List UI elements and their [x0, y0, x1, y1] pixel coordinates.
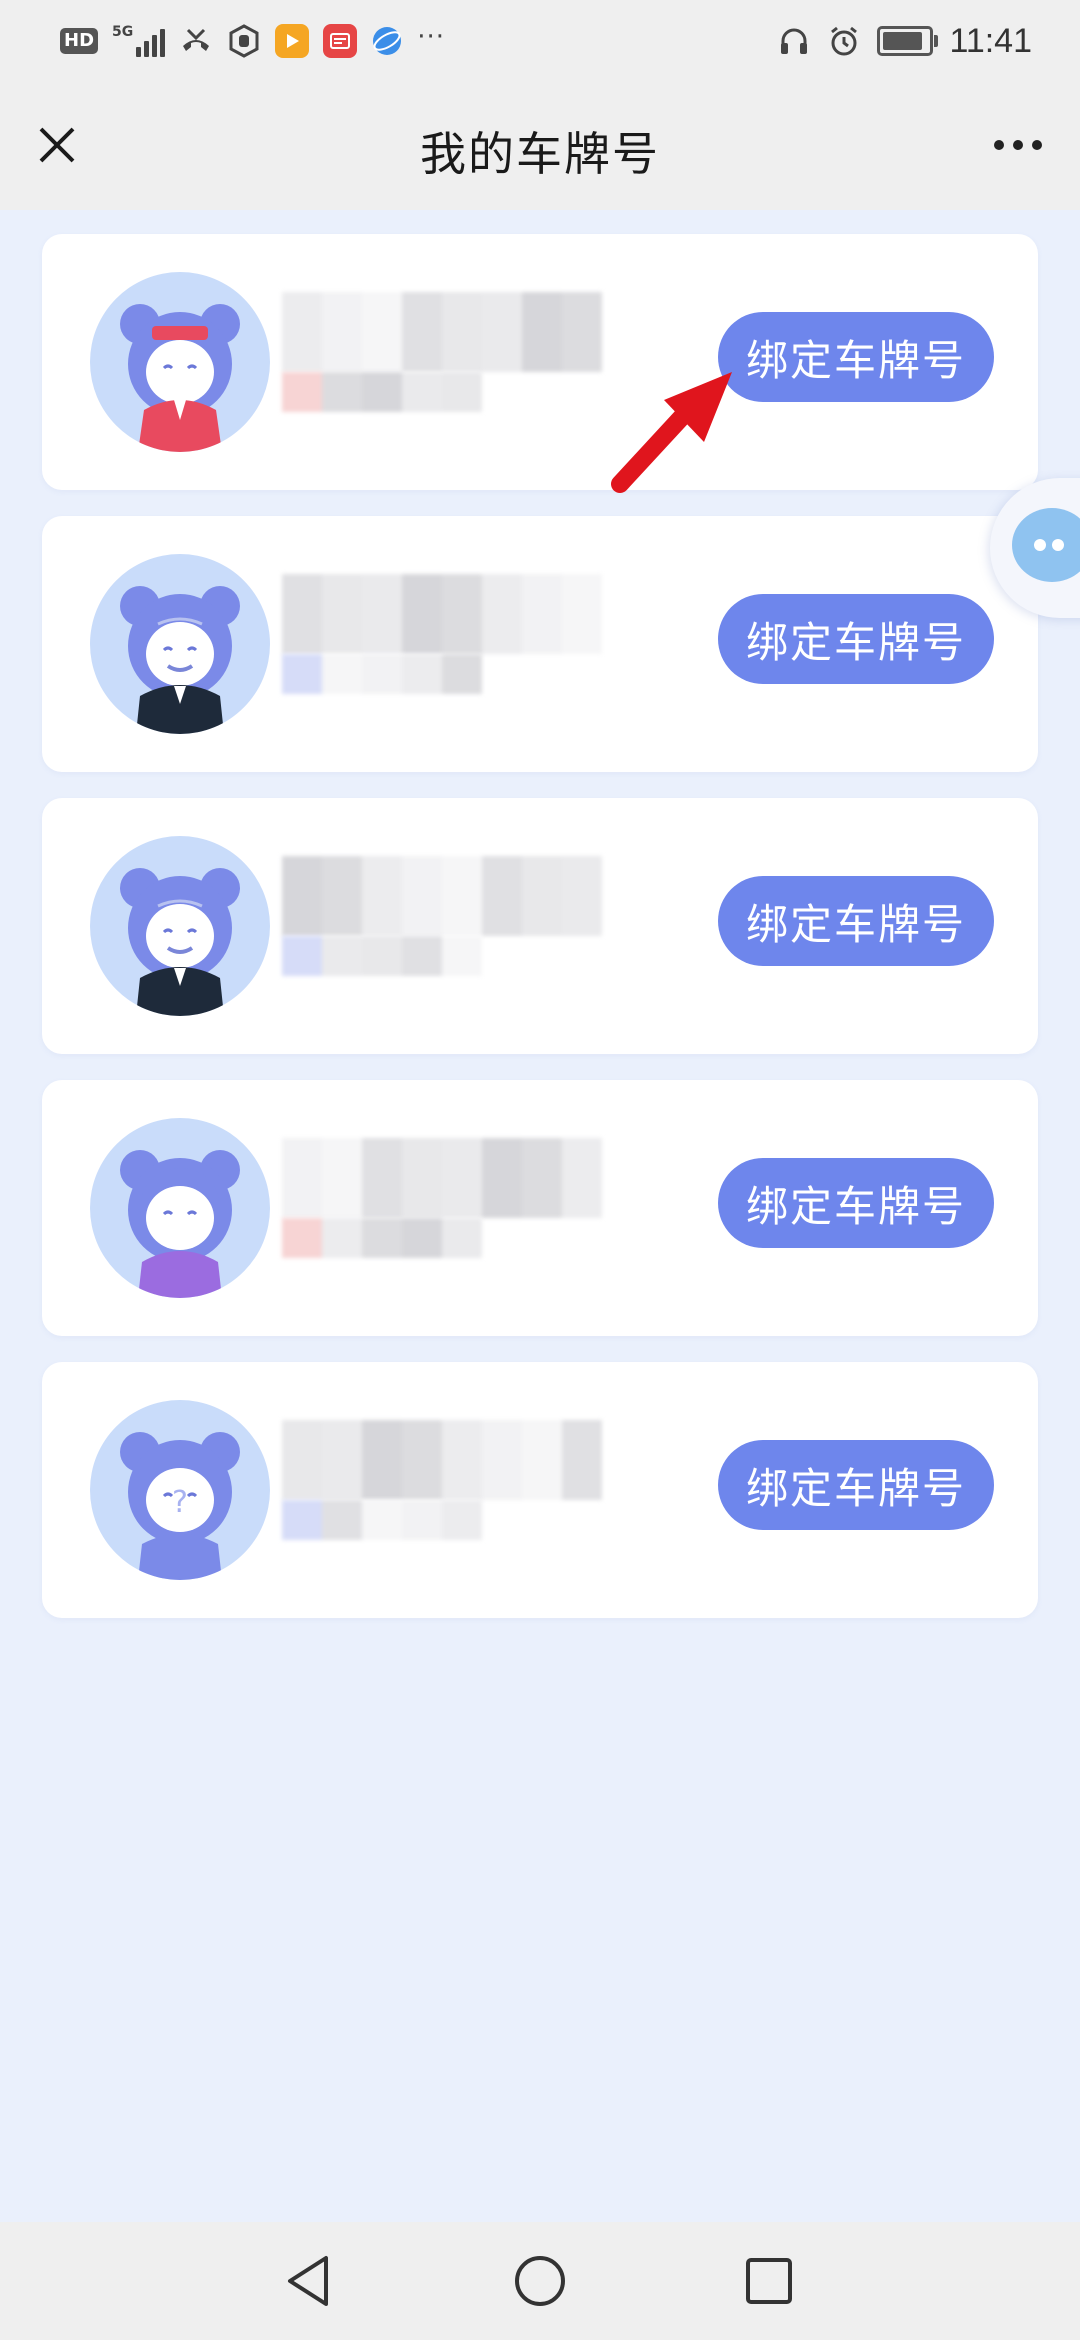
more-dot-icon	[1032, 140, 1042, 150]
avatar-unknown-icon: ?	[90, 1400, 270, 1580]
status-left: HD 5G ···	[60, 20, 445, 62]
plate-card: 绑定车牌号	[42, 516, 1038, 772]
header-bar: 我的车牌号	[0, 82, 1080, 210]
back-triangle-icon	[288, 2256, 328, 2306]
more-options-button[interactable]	[978, 110, 1058, 180]
avatar-elder-man-icon	[90, 554, 270, 734]
missed-call-icon	[183, 28, 210, 51]
hd-badge: HD	[60, 28, 99, 54]
bind-plate-button[interactable]: 绑定车牌号	[718, 1440, 994, 1530]
more-dot-icon	[994, 140, 1004, 150]
nav-home-button[interactable]	[509, 2250, 571, 2312]
video-app-icon	[275, 24, 310, 58]
home-circle-icon	[515, 2256, 565, 2306]
avatar-woman-red-icon	[90, 272, 270, 452]
nav-back-button[interactable]	[278, 2250, 340, 2312]
more-dot-icon	[1013, 140, 1023, 150]
plate-card: 绑定车牌号	[42, 798, 1038, 1054]
headset-icon	[781, 28, 808, 54]
status-bar: HD 5G ··· 11:41	[0, 0, 1080, 82]
status-right: 11:41	[777, 20, 1032, 62]
plate-card: 绑定车牌号	[42, 234, 1038, 490]
blurred-plate-info	[282, 544, 712, 744]
chat-bubble-icon	[1012, 508, 1080, 582]
plate-list: 绑定车牌号 绑定车牌号 绑定车牌号 绑定车牌号? 绑定车牌号	[42, 234, 1038, 1644]
bind-plate-button[interactable]: 绑定车牌号	[718, 876, 994, 966]
system-nav-bar	[0, 2222, 1080, 2340]
bind-plate-button[interactable]: 绑定车牌号	[718, 312, 994, 402]
avatar-elder-man-icon	[90, 836, 270, 1016]
avatar-elder-woman-icon	[90, 1118, 270, 1298]
signal-icon: 5G	[112, 25, 166, 57]
clock-time: 11:41	[949, 21, 1032, 60]
battery-icon	[877, 26, 939, 56]
annotation-arrow-icon	[611, 372, 732, 493]
browser-app-icon	[373, 27, 402, 55]
bind-plate-button[interactable]: 绑定车牌号	[718, 1158, 994, 1248]
blurred-plate-info	[282, 826, 712, 1026]
plate-card: 绑定车牌号	[42, 1080, 1038, 1336]
nav-recents-button[interactable]	[738, 2250, 800, 2312]
news-app-icon	[323, 24, 358, 58]
svg-text:?: ?	[172, 1485, 188, 1520]
recents-square-icon	[746, 2258, 792, 2304]
alarm-icon	[831, 26, 858, 56]
hand-app-icon	[229, 24, 259, 58]
more-notifications-icon: ···	[417, 22, 446, 52]
page-title: 我的车牌号	[420, 127, 660, 181]
blurred-plate-info	[282, 1108, 712, 1308]
bind-plate-button[interactable]: 绑定车牌号	[718, 594, 994, 684]
plate-card: ? 绑定车牌号	[42, 1362, 1038, 1618]
blurred-plate-info	[282, 1390, 712, 1590]
